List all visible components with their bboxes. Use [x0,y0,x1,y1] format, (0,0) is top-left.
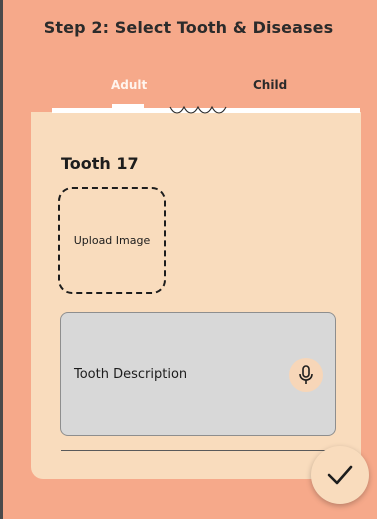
microphone-button[interactable] [289,358,323,392]
tooth-description-label: Tooth Description [74,367,188,382]
page-title: Step 2: Select Tooth & Diseases [43,18,334,37]
tooth-title: Tooth 17 [61,154,139,173]
checkmark-icon [327,465,353,485]
tab-adult[interactable]: Adult [111,78,147,92]
left-edge [0,0,3,519]
divider [61,450,334,451]
confirm-button[interactable] [311,446,369,504]
tooth-description-field[interactable]: Tooth Description [60,312,336,436]
upload-image-label: Upload Image [73,234,151,247]
upload-image-button[interactable]: Upload Image [58,187,166,294]
tab-child[interactable]: Child [253,78,287,92]
tooth-chart-icon[interactable] [168,103,230,117]
microphone-icon [299,365,313,384]
